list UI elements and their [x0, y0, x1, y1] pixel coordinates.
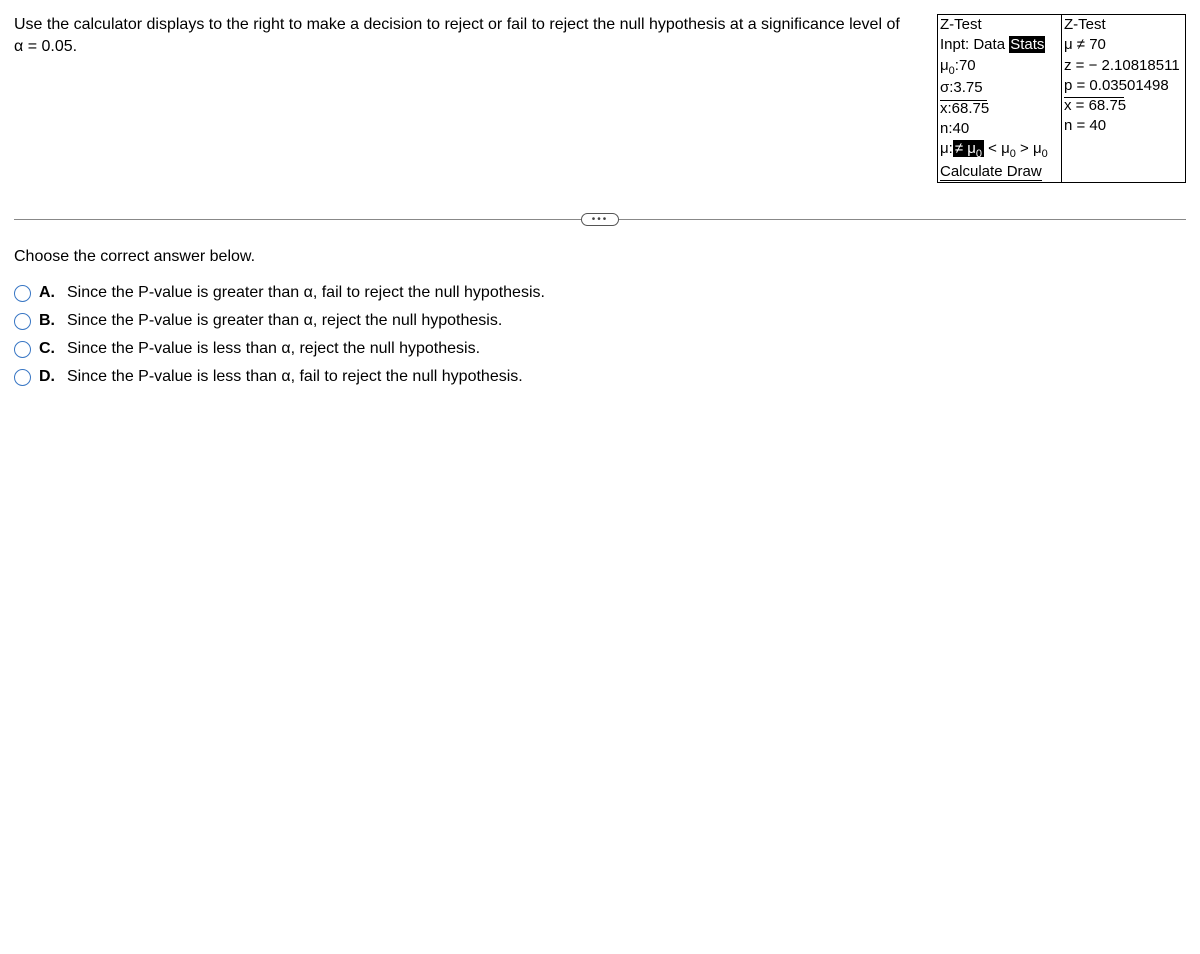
option-b[interactable]: B. Since the P-value is greater than α, …	[14, 312, 1186, 330]
calc-input-mu0: μ0:70	[938, 56, 1061, 79]
calc-output-alt: μ ≠ 70	[1062, 35, 1185, 55]
option-a-letter: A.	[39, 284, 59, 302]
calculator-displays: Z-Test Inpt: Data Stats μ0:70 σ:3.75 x:6…	[937, 14, 1186, 183]
calc-input-inpt: Inpt: Data Stats	[938, 35, 1061, 55]
option-b-text: Since the P-value is greater than α, rej…	[67, 312, 502, 330]
divider: •••	[14, 213, 1186, 226]
calc-output-p: p = 0.03501498	[1062, 76, 1185, 96]
calc-output-title: Z-Test	[1062, 15, 1185, 35]
option-d-letter: D.	[39, 368, 59, 386]
calc-input-sigma: σ:3.75	[938, 78, 1061, 98]
stats-highlight: Stats	[1009, 36, 1045, 53]
radio-c[interactable]	[14, 341, 31, 358]
option-c[interactable]: C. Since the P-value is less than α, rej…	[14, 340, 1186, 358]
option-c-letter: C.	[39, 340, 59, 358]
option-b-letter: B.	[39, 312, 59, 330]
divider-line-left	[14, 219, 581, 220]
question-line2: α = 0.05.	[14, 38, 77, 55]
calc-input-calculate: Calculate Draw	[938, 162, 1061, 182]
radio-a[interactable]	[14, 285, 31, 302]
option-d[interactable]: D. Since the P-value is less than α, fai…	[14, 368, 1186, 386]
option-d-text: Since the P-value is less than α, fail t…	[67, 368, 523, 386]
calc-input-title: Z-Test	[938, 15, 1061, 35]
question-header: Use the calculator displays to the right…	[14, 14, 1186, 183]
calc-output-screen: Z-Test μ ≠ 70 z = − 2.10818511 p = 0.035…	[1062, 15, 1185, 182]
calc-input-xbar: x:68.75	[938, 99, 1061, 119]
calc-output-n: n = 40	[1062, 116, 1185, 136]
radio-b[interactable]	[14, 313, 31, 330]
expand-button[interactable]: •••	[581, 213, 620, 226]
calc-output-z: z = − 2.10818511	[1062, 56, 1185, 76]
option-a[interactable]: A. Since the P-value is greater than α, …	[14, 284, 1186, 302]
answer-prompt: Choose the correct answer below.	[14, 248, 1186, 266]
option-c-text: Since the P-value is less than α, reject…	[67, 340, 480, 358]
question-text: Use the calculator displays to the right…	[14, 14, 921, 59]
radio-d[interactable]	[14, 369, 31, 386]
options-list: A. Since the P-value is greater than α, …	[14, 284, 1186, 386]
calc-input-screen: Z-Test Inpt: Data Stats μ0:70 σ:3.75 x:6…	[938, 15, 1062, 182]
option-a-text: Since the P-value is greater than α, fai…	[67, 284, 545, 302]
divider-line-right	[619, 219, 1186, 220]
calc-input-alternative: μ:≠ μ0 < μ0 > μ0	[938, 139, 1061, 162]
question-line1: Use the calculator displays to the right…	[14, 16, 900, 33]
calc-input-n: n:40	[938, 119, 1061, 139]
calc-output-xbar: x = 68.75	[1062, 96, 1185, 116]
